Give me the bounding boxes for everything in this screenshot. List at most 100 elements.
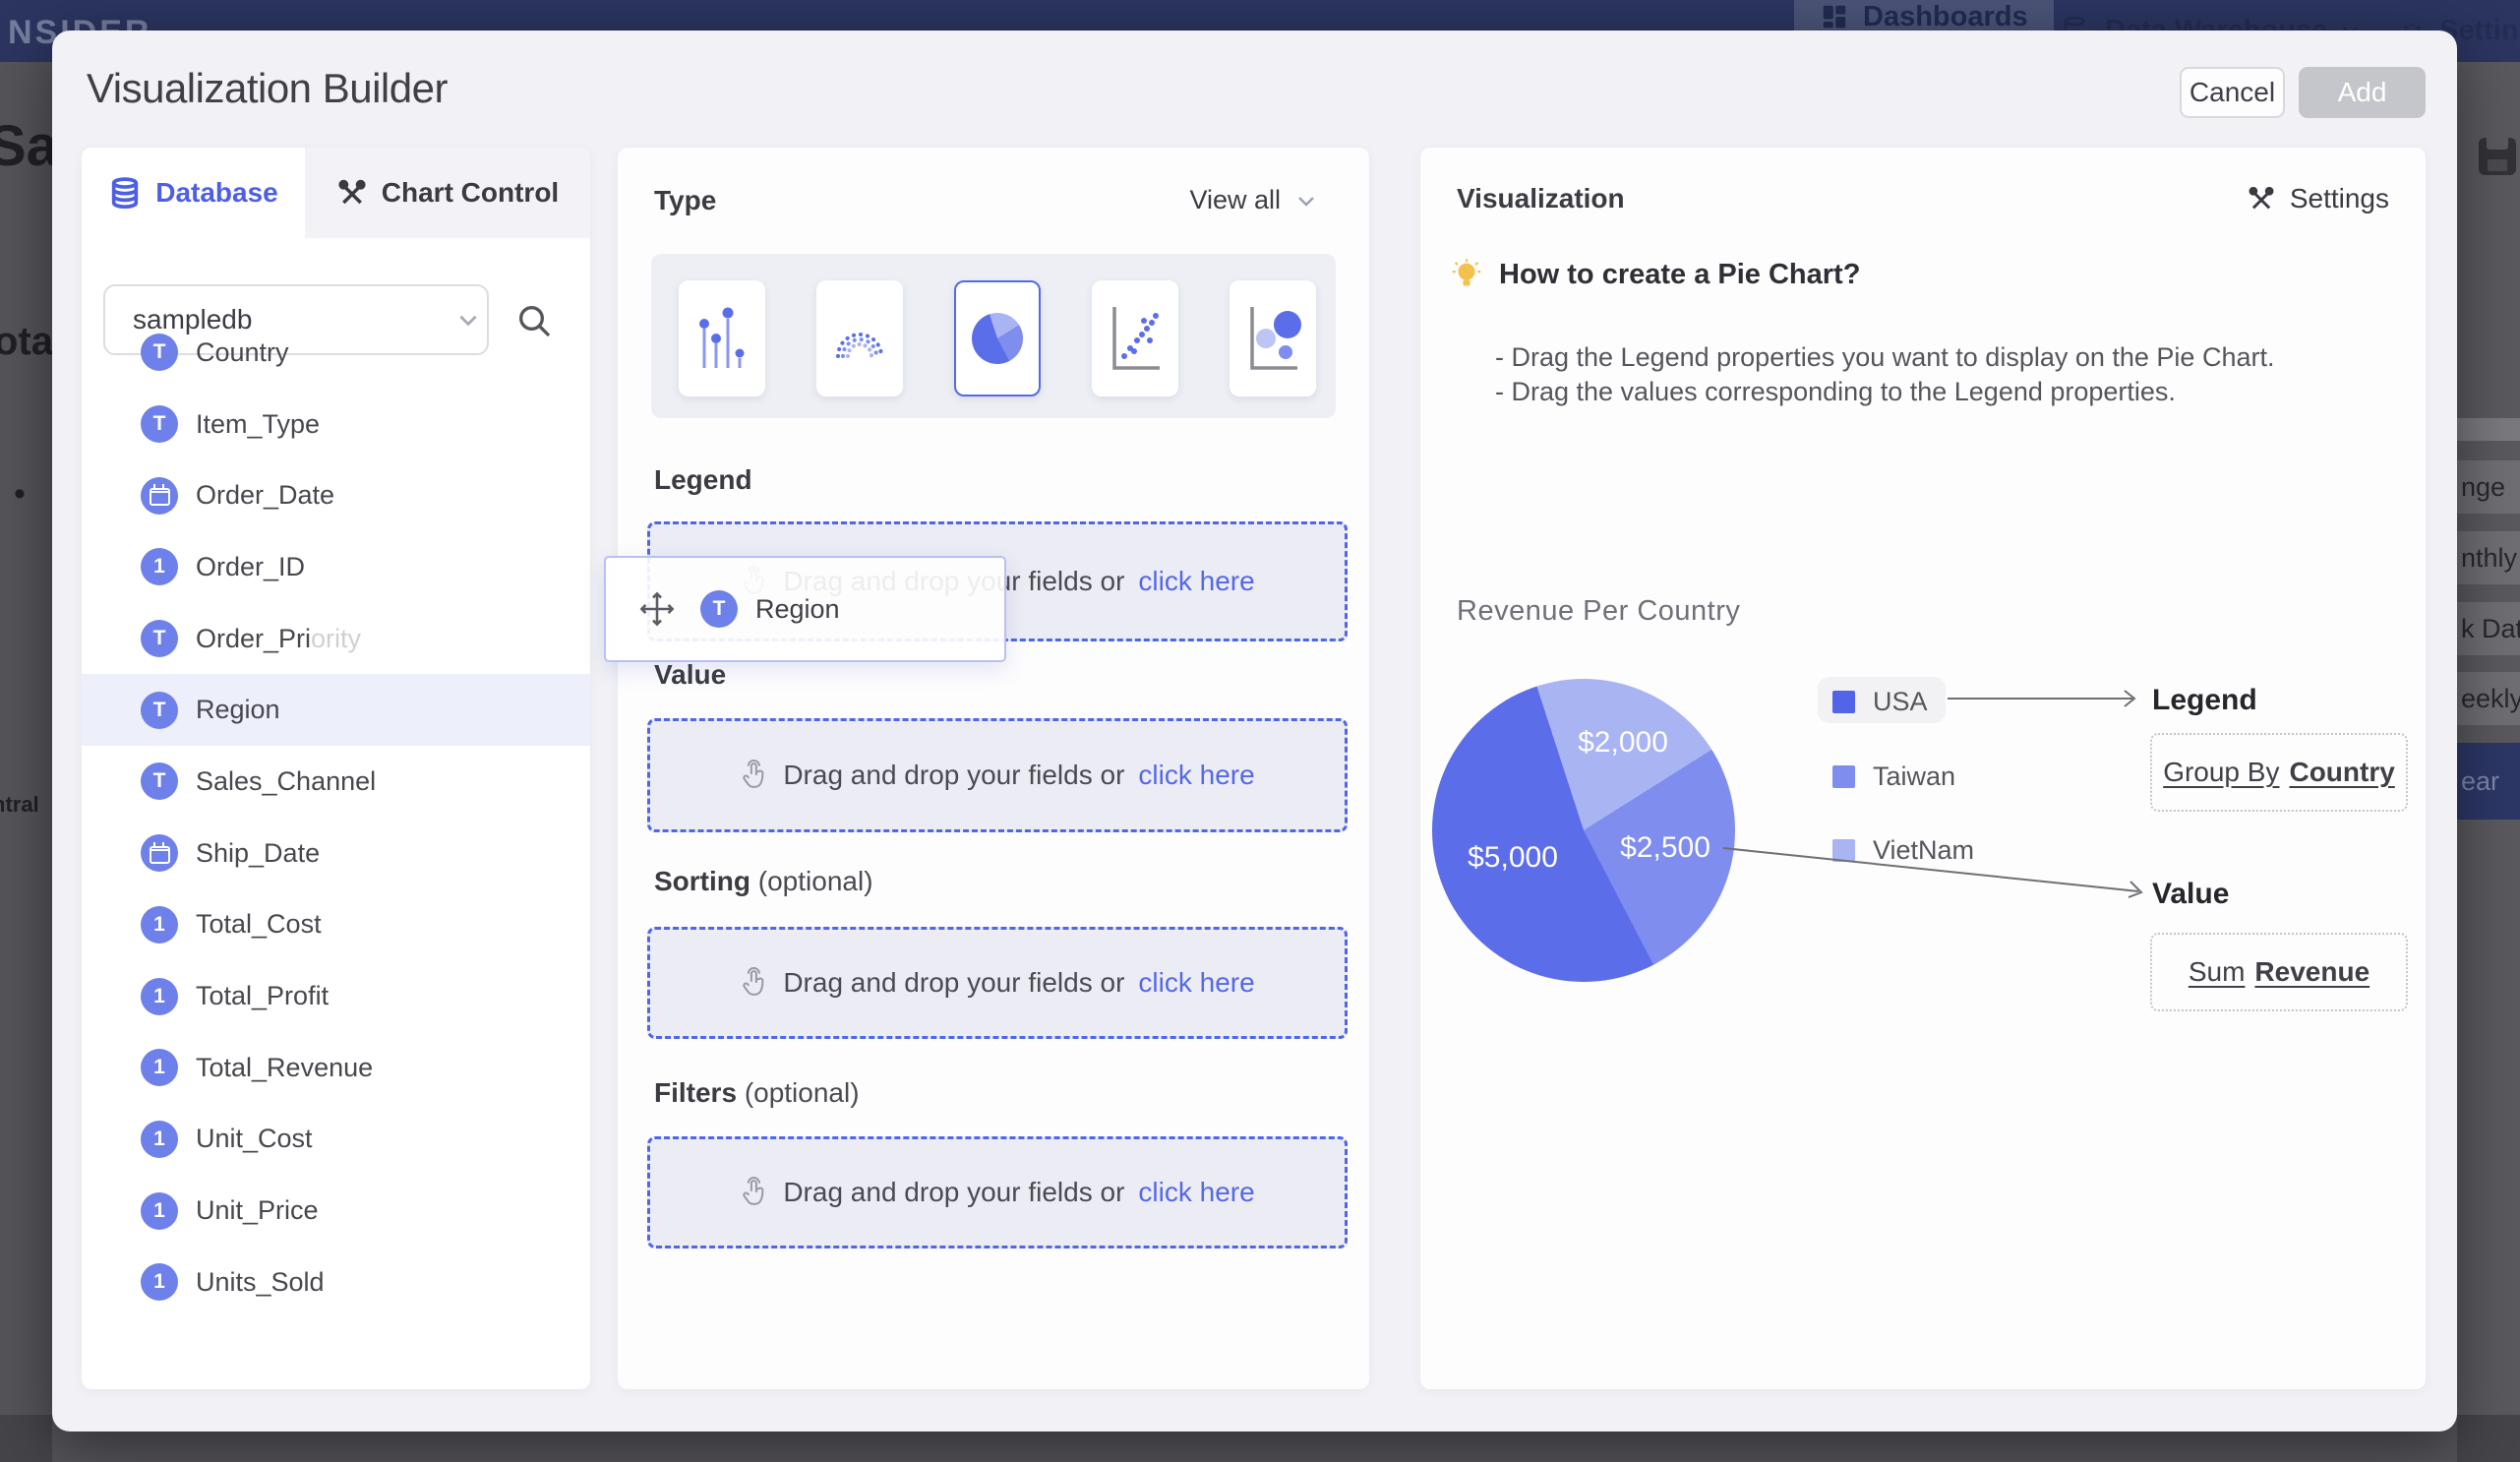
visualization-header: Visualization bbox=[1457, 183, 1625, 214]
type-header: Type bbox=[654, 185, 716, 216]
tab-chart-control[interactable]: Chart Control bbox=[305, 148, 590, 238]
bg-text-sale: Sale bbox=[0, 113, 52, 179]
filters-section-header: Filters (optional) bbox=[654, 1077, 860, 1109]
move-icon bbox=[635, 587, 679, 631]
chevron-down-icon bbox=[1294, 189, 1318, 213]
settings-label: Settings bbox=[2290, 183, 2389, 214]
field-item-region[interactable]: TRegion bbox=[82, 674, 590, 746]
chart-type-arc[interactable] bbox=[816, 280, 903, 396]
tap-icon bbox=[740, 758, 769, 793]
field-item-order-date[interactable]: Order_Date bbox=[82, 459, 590, 531]
database-panel: Database Chart Control TCountry TItem_Ty… bbox=[82, 148, 590, 1389]
legend-section-header: Legend bbox=[654, 464, 752, 496]
table-row-sale-records[interactable]: ▶ sale_records ⋮ bbox=[82, 1376, 590, 1389]
dropzone-click-here[interactable]: click here bbox=[1138, 1177, 1254, 1208]
footer-left bbox=[0, 1415, 52, 1462]
tip-line-1: - Drag the Legend properties you want to… bbox=[1495, 342, 2274, 373]
date-field-icon bbox=[141, 477, 178, 515]
field-item-total-profit[interactable]: 1Total_Profit bbox=[82, 960, 590, 1032]
text-field-icon: T bbox=[141, 692, 178, 729]
dashboard-grid-icon bbox=[1820, 2, 1849, 31]
value-dropzone[interactable]: Drag and drop your fields or click here bbox=[647, 718, 1348, 832]
number-field-icon: 1 bbox=[141, 548, 178, 585]
dropzone-click-here[interactable]: click here bbox=[1138, 760, 1254, 791]
dimmed-background-left: Sale ota • ntral bbox=[0, 62, 52, 1415]
kebab-menu-icon[interactable]: ⋮ bbox=[521, 1388, 551, 1390]
number-field-icon: 1 bbox=[141, 1192, 178, 1230]
chart-type-scatter[interactable] bbox=[1092, 280, 1178, 396]
filters-dropzone[interactable]: Drag and drop your fields or click here bbox=[647, 1136, 1348, 1249]
tap-icon bbox=[740, 1175, 769, 1210]
bg-text-ota: ota bbox=[0, 320, 52, 364]
field-item-country[interactable]: TCountry bbox=[82, 317, 590, 389]
save-icon bbox=[2479, 138, 2516, 175]
lightbulb-icon bbox=[1450, 258, 1483, 291]
builder-panel: Type View all Legend Drag an bbox=[618, 148, 1369, 1389]
tip-line-2: - Drag the values corresponding to the L… bbox=[1495, 377, 2176, 407]
value-annotation-label: Value bbox=[2152, 878, 2229, 911]
tools-icon bbox=[336, 177, 368, 209]
pie-chart-icon bbox=[972, 313, 1023, 364]
cancel-button[interactable]: Cancel bbox=[2180, 67, 2285, 118]
dropzone-text: Drag and drop your fields or bbox=[783, 760, 1124, 791]
chart-type-strip bbox=[651, 254, 1336, 418]
number-field-icon: 1 bbox=[141, 1049, 178, 1086]
drag-ghost-region[interactable]: T Region bbox=[604, 556, 1006, 662]
field-item-ship-date[interactable]: Ship_Date bbox=[82, 818, 590, 889]
field-item-unit-price[interactable]: 1Unit_Price bbox=[82, 1175, 590, 1247]
legend-swatch bbox=[1832, 691, 1855, 713]
group-by-box[interactable]: Group By Country bbox=[2150, 733, 2408, 812]
bg-bullet: • bbox=[14, 475, 26, 514]
tap-icon bbox=[740, 965, 769, 1001]
legend-item-usa[interactable]: USA bbox=[1832, 687, 1928, 717]
number-field-icon: 1 bbox=[141, 906, 178, 944]
field-item-total-cost[interactable]: 1Total_Cost bbox=[82, 889, 590, 961]
lollipop-chart-icon bbox=[692, 299, 751, 378]
chart-type-bubble[interactable] bbox=[1230, 280, 1316, 396]
dropzone-text: Drag and drop your fields or bbox=[783, 1177, 1124, 1208]
number-field-icon: 1 bbox=[141, 1121, 178, 1158]
field-item-unit-cost[interactable]: 1Unit_Cost bbox=[82, 1104, 590, 1176]
legend-item-taiwan[interactable]: Taiwan bbox=[1832, 761, 1955, 792]
sorting-dropzone[interactable]: Drag and drop your fields or click here bbox=[647, 927, 1348, 1039]
pie-chart[interactable] bbox=[1432, 679, 1735, 982]
pie-slice-value: $2,500 bbox=[1620, 831, 1710, 865]
field-item-sales-channel[interactable]: TSales_Channel bbox=[82, 746, 590, 818]
legend-swatch bbox=[1832, 765, 1855, 788]
field-list: TCountry TItem_Type Order_Date 1Order_ID… bbox=[82, 317, 590, 1318]
field-item-units-sold[interactable]: 1Units_Sold bbox=[82, 1247, 590, 1318]
chart-type-lollipop[interactable] bbox=[679, 280, 765, 396]
tab-database-label: Database bbox=[155, 177, 278, 209]
database-icon bbox=[108, 176, 142, 210]
sum-box[interactable]: Sum Revenue bbox=[2150, 933, 2408, 1011]
text-field-icon: T bbox=[141, 620, 178, 657]
bg-row-monthly: nthly bbox=[2457, 531, 2520, 584]
tip-title: How to create a Pie Chart? bbox=[1450, 258, 1860, 291]
bg-text-ntral: ntral bbox=[0, 792, 39, 818]
sorting-section-header: Sorting (optional) bbox=[654, 866, 873, 897]
pie-slice-value: $5,000 bbox=[1468, 841, 1558, 875]
visualization-builder-modal: Visualization Builder Cancel Add Databas… bbox=[52, 30, 2457, 1432]
dropzone-text: Drag and drop your fields or bbox=[783, 967, 1124, 999]
nav-dashboards-label: Dashboards bbox=[1863, 1, 2028, 33]
tab-database[interactable]: Database bbox=[82, 148, 305, 238]
text-field-icon: T bbox=[141, 762, 178, 800]
settings-button[interactable]: Settings bbox=[2247, 183, 2389, 214]
field-item-order-priority[interactable]: TOrder_Priority bbox=[82, 603, 590, 675]
view-all-button[interactable]: View all bbox=[1189, 185, 1318, 215]
add-button[interactable]: Add bbox=[2299, 67, 2426, 118]
visualization-panel: Visualization Settings How to create a P… bbox=[1420, 148, 2426, 1389]
dropzone-click-here[interactable]: click here bbox=[1138, 967, 1254, 999]
chart-type-pie[interactable] bbox=[954, 280, 1041, 396]
number-field-icon: 1 bbox=[141, 1263, 178, 1301]
bg-row-year: ear bbox=[2457, 743, 2520, 820]
field-item-total-revenue[interactable]: 1Total_Revenue bbox=[82, 1032, 590, 1104]
scatter-chart-icon bbox=[1105, 299, 1166, 378]
field-item-order-id[interactable]: 1Order_ID bbox=[82, 531, 590, 603]
dropzone-click-here[interactable]: click here bbox=[1138, 566, 1254, 597]
text-field-icon: T bbox=[700, 590, 738, 628]
number-field-icon: 1 bbox=[141, 978, 178, 1015]
value-section-header: Value bbox=[654, 659, 726, 691]
bg-row-weekdate: k Date bbox=[2457, 602, 2520, 655]
field-item-item-type[interactable]: TItem_Type bbox=[82, 389, 590, 460]
